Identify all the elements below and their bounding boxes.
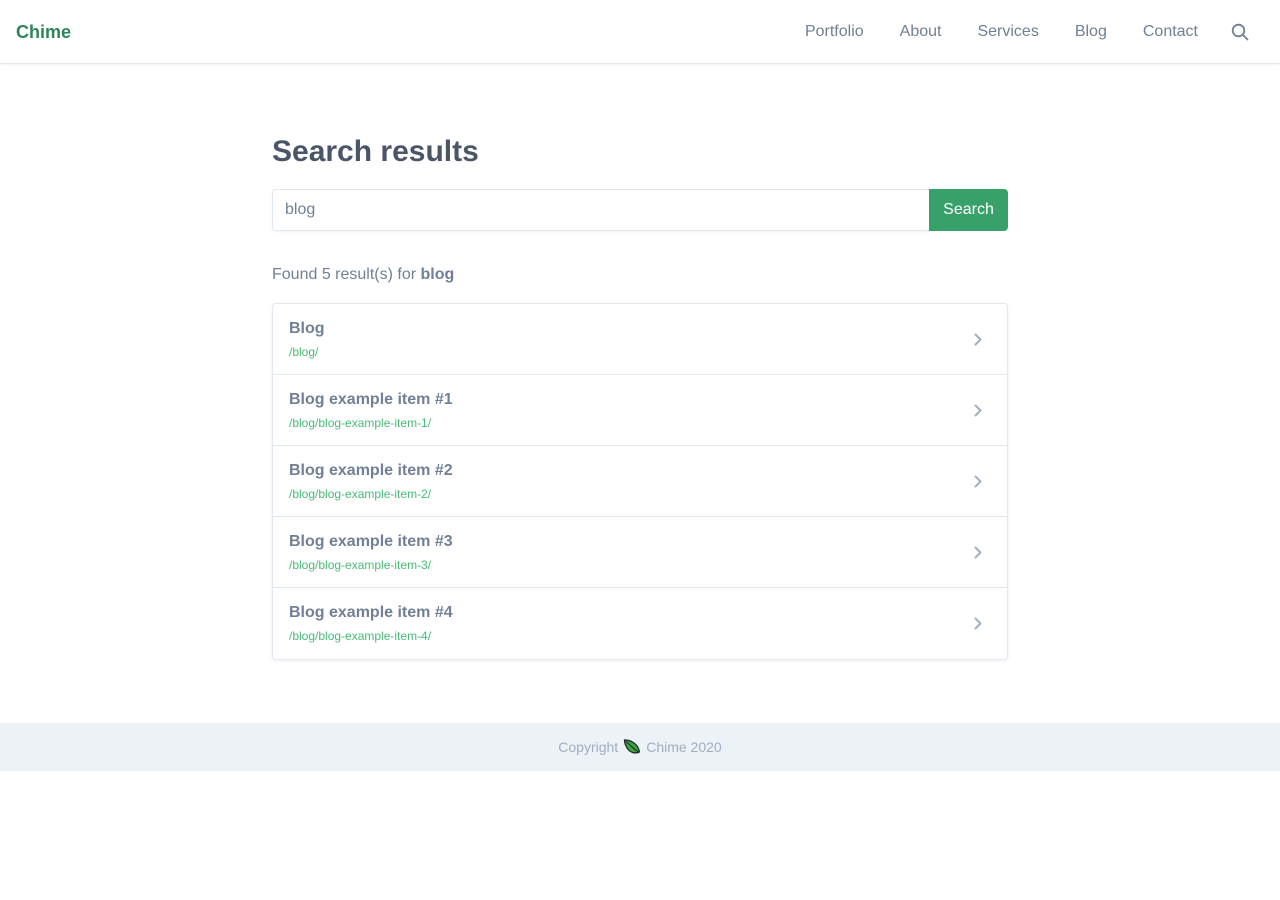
- search-icon[interactable]: [1230, 22, 1250, 42]
- nav-item-services[interactable]: Services: [977, 20, 1038, 44]
- footer-copyright-label: Copyright: [558, 739, 619, 755]
- result-item[interactable]: Blog example item #1 /blog/blog-example-…: [273, 375, 1007, 446]
- result-url: /blog/blog-example-item-3/: [289, 558, 432, 572]
- chevron-right-icon: [971, 616, 985, 630]
- search-form: Search: [272, 189, 1008, 231]
- result-title: Blog example item #4: [289, 604, 453, 621]
- result-title: Blog example item #1: [289, 391, 453, 408]
- page-title: Search results: [272, 135, 479, 168]
- nav-item-blog[interactable]: Blog: [1075, 20, 1107, 44]
- nav-item-about[interactable]: About: [900, 20, 942, 44]
- brand-logo-link[interactable]: Chime: [16, 20, 71, 44]
- result-item[interactable]: Blog example item #4 /blog/blog-example-…: [273, 588, 1007, 659]
- footer-site-label: Chime 2020: [646, 739, 722, 755]
- results-summary: Found 5 result(s) for blog: [272, 264, 1008, 286]
- results-list: Blog /blog/ Blog example item #1 /blog/b…: [272, 303, 1008, 660]
- nav-item-contact[interactable]: Contact: [1143, 20, 1198, 44]
- chevron-right-icon: [971, 332, 985, 346]
- result-title: Blog: [289, 320, 325, 337]
- leaf-icon: [623, 739, 641, 755]
- chevron-right-icon: [971, 403, 985, 417]
- nav-item-portfolio[interactable]: Portfolio: [805, 20, 864, 44]
- result-url: /blog/blog-example-item-4/: [289, 629, 432, 643]
- main-nav: Portfolio About Services Blog Contact: [805, 20, 1250, 44]
- search-button[interactable]: Search: [929, 189, 1008, 231]
- results-summary-query: blog: [420, 266, 455, 283]
- result-item[interactable]: Blog example item #3 /blog/blog-example-…: [273, 517, 1007, 588]
- chevron-right-icon: [971, 474, 985, 488]
- top-navbar: Chime Portfolio About Services Blog Cont…: [0, 0, 1280, 64]
- site-footer: Copyright Chime 2020: [0, 723, 1280, 771]
- chevron-right-icon: [971, 545, 985, 559]
- result-item[interactable]: Blog example item #2 /blog/blog-example-…: [273, 446, 1007, 517]
- result-title: Blog example item #3: [289, 533, 453, 550]
- result-url: /blog/blog-example-item-2/: [289, 487, 432, 501]
- search-results-section: Search results Search Found 5 result(s) …: [272, 130, 1008, 660]
- result-title: Blog example item #2: [289, 462, 453, 479]
- results-summary-text: Found 5 result(s) for: [272, 266, 417, 283]
- search-input[interactable]: [272, 189, 929, 231]
- result-url: /blog/: [289, 345, 319, 359]
- result-item[interactable]: Blog /blog/: [273, 304, 1007, 375]
- result-url: /blog/blog-example-item-1/: [289, 416, 432, 430]
